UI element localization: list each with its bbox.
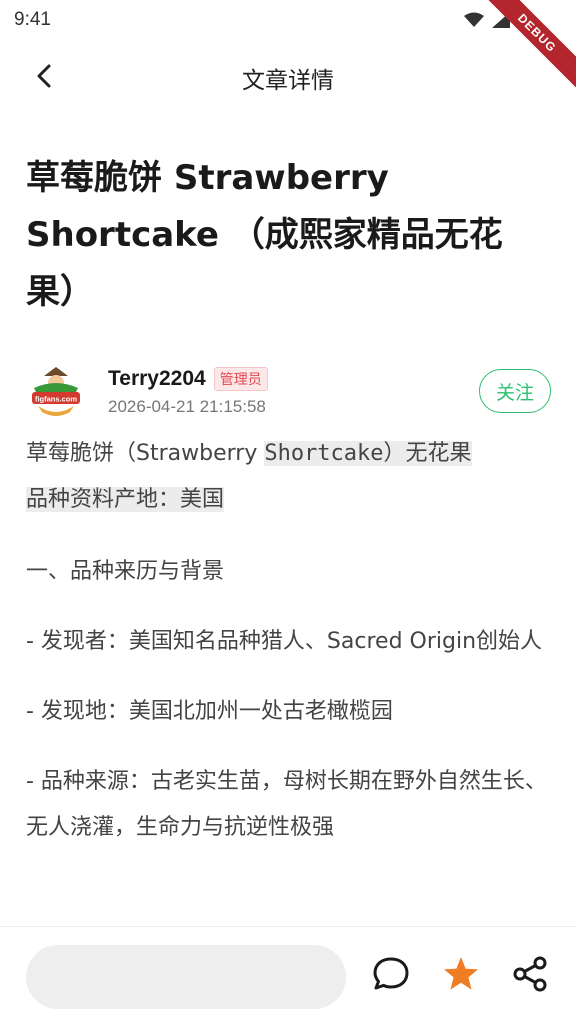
share-button[interactable] bbox=[507, 953, 553, 999]
share-icon bbox=[511, 955, 549, 997]
avatar-logo: figfans.com bbox=[27, 363, 85, 421]
page-title: 文章详情 bbox=[242, 68, 334, 94]
post-time: 2026-04-21 21:15:58 bbox=[108, 397, 266, 416]
status-time: 9:41 bbox=[14, 9, 51, 30]
author-row: figfans.com Terry2204 管理员 2026-04-21 21:… bbox=[26, 357, 551, 427]
favorite-button[interactable] bbox=[438, 953, 484, 999]
avatar[interactable]: figfans.com bbox=[26, 362, 86, 422]
comment-button[interactable] bbox=[368, 953, 414, 999]
intro-text-1: 草莓脆饼（Strawberry bbox=[26, 441, 265, 466]
comment-icon bbox=[372, 955, 410, 997]
content-paragraph: - 发现者：美国知名品种猎人、Sacred Origin创始人 bbox=[26, 629, 543, 654]
author-line: Terry2204 管理员 bbox=[108, 367, 268, 391]
status-bar: 9:41 bbox=[0, 0, 576, 40]
app-bar: 文章详情 bbox=[0, 48, 576, 108]
screen: 9:41 DEBUG 文章详情 草莓脆饼 Strawberry Shortcak… bbox=[0, 0, 576, 1024]
article-content: 草莓脆饼（Strawberry Shortcake）无花果品种资料产地：美国 一… bbox=[26, 431, 551, 851]
star-icon bbox=[442, 955, 480, 997]
content-paragraph: - 品种来源：古老实生苗，母树长期在野外自然生长、无人浇灌，生命力与抗逆性极强 bbox=[26, 769, 547, 840]
content-paragraph: - 发现地：美国北加州一处古老橄榄园 bbox=[26, 699, 393, 724]
intro-text-3: 品种资料产地：美国 bbox=[26, 487, 225, 512]
bottom-bar bbox=[0, 926, 576, 1024]
admin-badge: 管理员 bbox=[213, 367, 268, 391]
follow-button[interactable]: 关注 bbox=[479, 369, 551, 413]
article-title: 草莓脆饼 Strawberry Shortcake （成熙家精品无花果） bbox=[26, 158, 503, 312]
wifi-icon bbox=[464, 12, 484, 28]
intro-code: Shortcake bbox=[264, 441, 384, 466]
back-button[interactable] bbox=[22, 58, 66, 98]
author-name[interactable]: Terry2204 bbox=[108, 367, 206, 391]
avatar-logo-text: figfans.com bbox=[35, 395, 77, 404]
author-info: Terry2204 管理员 2026-04-21 21:15:58 bbox=[108, 367, 268, 417]
article: 草莓脆饼 Strawberry Shortcake （成熙家精品无花果） fig… bbox=[26, 150, 551, 875]
comment-input[interactable] bbox=[26, 945, 346, 1009]
intro-text-2: ）无花果 bbox=[383, 441, 472, 466]
intro-paragraph: 草莓脆饼（Strawberry Shortcake）无花果品种资料产地：美国 bbox=[26, 431, 551, 523]
content-paragraph: 一、品种来历与背景 bbox=[26, 559, 225, 584]
chevron-left-icon bbox=[35, 63, 53, 93]
